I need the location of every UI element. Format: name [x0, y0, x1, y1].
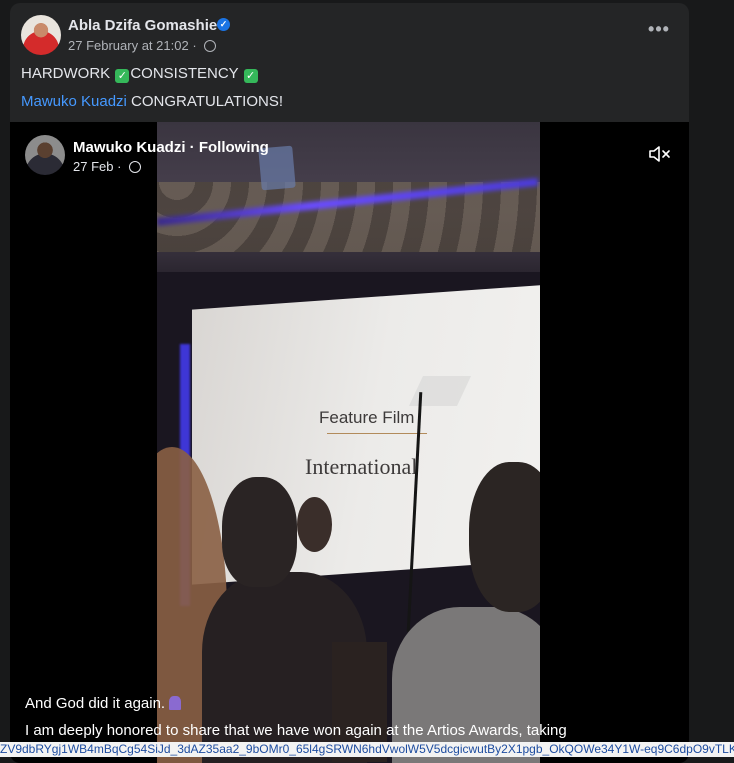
caption-text: And God did it again. — [25, 695, 166, 712]
author-avatar[interactable] — [21, 15, 61, 55]
speaker-muted-icon[interactable] — [648, 144, 672, 164]
check-mark-icon: ✓ — [243, 69, 258, 83]
more-options-button[interactable]: ••• — [644, 17, 674, 47]
audience-head-right — [469, 462, 540, 612]
shared-video[interactable]: Feature Film International Mawuko Kuadzi… — [10, 122, 689, 763]
audience — [157, 447, 540, 763]
post-card: Abla Dzifa Gomashie ✓ 27 February at 21:… — [10, 3, 689, 763]
post-timestamp[interactable]: 27 February at 21:02 — [68, 38, 189, 53]
post-header: Abla Dzifa Gomashie ✓ 27 February at 21:… — [10, 3, 689, 63]
globe-icon — [204, 40, 217, 52]
post-text-line-2: Mawuko Kuadzi CONGRATULATIONS! — [21, 93, 283, 110]
shared-author-name[interactable]: Mawuko Kuadzi — [73, 139, 186, 156]
mention-link[interactable]: Mawuko Kuadzi — [21, 93, 127, 110]
post-text-hardwork: HARDWORK — [21, 65, 115, 82]
video-caption-line-1: And God did it again. — [25, 695, 182, 712]
status-bar-url: ZV9dbRYgj1WB4mBqCg54SiJd_3dAZ35aa2_9bOMr… — [0, 742, 734, 757]
folded-hands-icon — [169, 696, 182, 710]
shared-timestamp[interactable]: 27 Feb — [73, 159, 113, 174]
video-caption-line-2: I am deeply honored to share that we hav… — [25, 722, 567, 739]
globe-icon — [129, 161, 142, 173]
author-name[interactable]: Abla Dzifa Gomashie — [68, 17, 217, 34]
check-mark-icon: ✓ — [115, 69, 130, 83]
shared-author-avatar[interactable] — [25, 135, 65, 175]
screen-text-feature-film: Feature Film — [319, 408, 415, 427]
post-meta: 27 February at 21:02 · — [68, 38, 217, 53]
shared-author-line: Mawuko Kuadzi · Following — [73, 139, 269, 156]
following-label[interactable]: Following — [199, 139, 269, 156]
post-text-congrats: CONGRATULATIONS! — [126, 93, 284, 110]
screen-underline — [327, 433, 427, 434]
audience-head — [222, 477, 297, 587]
shared-meta: 27 Feb · — [73, 159, 142, 174]
audience-head-small — [297, 497, 332, 552]
audience-body-right — [392, 607, 540, 763]
verified-badge-icon: ✓ — [217, 18, 230, 31]
post-text-line-1: HARDWORK ✓ CONSISTENCY ✓ — [21, 65, 259, 83]
video-frame[interactable]: Feature Film International — [157, 122, 540, 763]
post-text-consistency: CONSISTENCY — [130, 65, 243, 82]
